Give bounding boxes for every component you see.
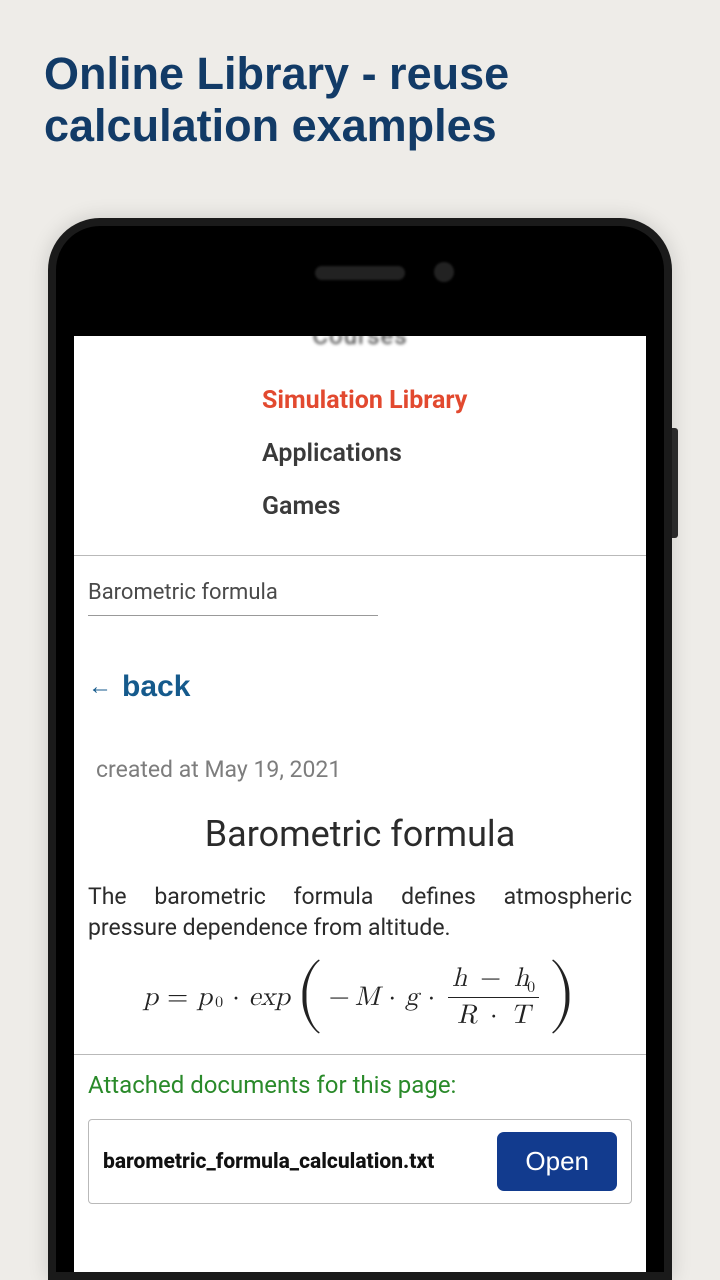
phone-camera (434, 262, 454, 282)
promo-title: Online Library - reuse calculation examp… (0, 0, 720, 152)
created-at: created at May 19, 2021 (74, 704, 646, 783)
document-body: The barometric formula defines atmospher… (74, 855, 646, 943)
nav-section: Courses Simulation Library Applications … (74, 336, 646, 556)
attached-label: Attached documents for this page: (88, 1071, 632, 1099)
open-button[interactable]: Open (497, 1132, 617, 1191)
nav-item-simulation-library[interactable]: Simulation Library (74, 374, 646, 427)
phone-frame: Courses Simulation Library Applications … (48, 218, 672, 1280)
attachment-filename: barometric_formula_calculation.txt (103, 1150, 434, 1174)
back-label: back (122, 670, 190, 704)
nav-item-truncated[interactable]: Courses (74, 336, 646, 348)
app-screen: Courses Simulation Library Applications … (74, 336, 646, 1272)
phone-bezel: Courses Simulation Library Applications … (56, 226, 664, 1272)
back-link[interactable]: ← back (74, 616, 646, 704)
phone-side-button (672, 428, 678, 538)
nav-item-applications[interactable]: Applications (74, 427, 646, 480)
nav-item-games[interactable]: Games (74, 480, 646, 533)
breadcrumb-area: Barometric formula (74, 556, 646, 616)
breadcrumb[interactable]: Barometric formula (88, 580, 378, 616)
attachment-row: barometric_formula_calculation.txt Open (88, 1119, 632, 1204)
phone-speaker (315, 266, 405, 280)
document-title: Barometric formula (74, 783, 646, 855)
attached-section: Attached documents for this page: barome… (74, 1054, 646, 1204)
back-arrow-icon: ← (88, 673, 112, 701)
formula: p = p0 · exp ( −M · g · h − h0 R · T ) (74, 943, 646, 1054)
